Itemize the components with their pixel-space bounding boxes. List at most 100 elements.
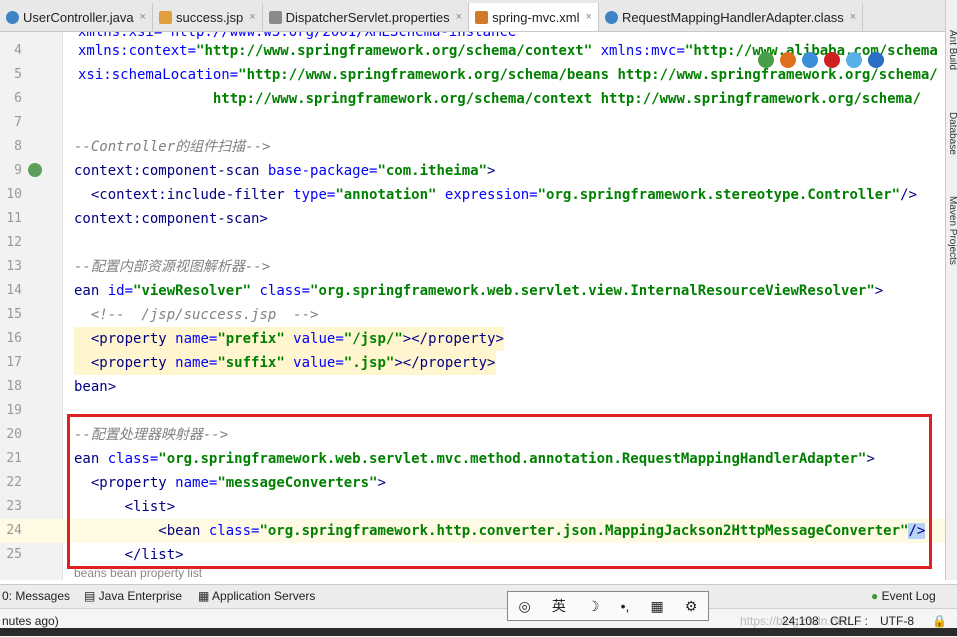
right-tool-sidebar: Ant Build Database Maven Projects [945, 0, 957, 580]
line-number: 19 [6, 403, 22, 418]
code-line: 11 context:component-scan> [0, 207, 945, 231]
close-icon[interactable]: × [586, 11, 592, 23]
tool-window-bar: 0: Messages ▤ Java Enterprise ▦ Applicat… [0, 584, 957, 609]
code-line: 15 <!-- /jsp/success.jsp --> [0, 303, 945, 327]
code-text: ean id="viewResolver" class="org.springf… [74, 283, 884, 299]
code-line: 8 --Controller的组件扫描--> [0, 135, 945, 159]
line-number: 16 [6, 331, 22, 346]
line-number: 7 [14, 115, 22, 130]
internet-explorer-icon[interactable] [846, 52, 862, 68]
application-servers-tool[interactable]: ▦ Application Servers [198, 589, 315, 603]
ant-build-tool[interactable]: Ant Build [947, 30, 957, 70]
code-text: http://www.springframework.org/schema/co… [78, 91, 921, 107]
line-number: 8 [14, 139, 22, 154]
code-text: <property name="suffix" value=".jsp"></p… [74, 351, 496, 375]
code-comment: --配置内部资源视图解析器--> [74, 259, 271, 275]
status-message: nutes ago) [2, 614, 59, 628]
ime-toolbar: ◎ 英 ☽ •, ▦ ⚙ [507, 591, 709, 621]
line-number: 25 [6, 547, 22, 562]
code-line: 18 bean> [0, 375, 945, 399]
highlight-box [67, 414, 932, 569]
ime-language-toggle[interactable]: 英 [552, 596, 566, 616]
tab-label: UserController.java [23, 9, 134, 25]
tab-label: success.jsp [175, 9, 244, 25]
line-number: 13 [6, 259, 22, 274]
line-number: 5 [14, 67, 22, 82]
safari-icon[interactable] [802, 52, 818, 68]
line-number: 18 [6, 379, 22, 394]
database-tool[interactable]: Database [947, 112, 957, 155]
code-line: 17 <property name="suffix" value=".jsp">… [0, 351, 945, 375]
line-number: 17 [6, 355, 22, 370]
punctuation-icon[interactable]: •, [621, 598, 630, 614]
line-separator[interactable]: CRLF : [830, 614, 868, 628]
chrome-icon[interactable] [758, 52, 774, 68]
browser-preview-bar [758, 52, 884, 68]
code-text: bean> [74, 379, 117, 395]
java-class-icon [604, 10, 618, 24]
breadcrumb[interactable]: beans bean property list [74, 566, 202, 580]
line-number: 15 [6, 307, 22, 322]
firefox-icon[interactable] [780, 52, 796, 68]
close-icon[interactable]: × [249, 11, 255, 23]
code-text: <property name="prefix" value="/jsp/"></… [74, 327, 504, 351]
line-number: 11 [6, 211, 22, 226]
line-number: 24 [6, 523, 22, 538]
os-taskbar [0, 628, 957, 636]
code-comment: --Controller的组件扫描--> [74, 139, 271, 155]
code-line: 6 http://www.springframework.org/schema/… [0, 87, 945, 111]
line-number: 23 [6, 499, 22, 514]
ime-logo-icon[interactable]: ◎ [519, 598, 531, 615]
tab-label: RequestMappingHandlerAdapter.class [621, 9, 844, 25]
messages-tool[interactable]: 0: Messages [2, 589, 70, 603]
code-line: 9 context:component-scan base-package="c… [0, 159, 945, 183]
properties-file-icon [268, 10, 282, 24]
java-enterprise-icon: ▤ [84, 589, 99, 603]
code-line: 12 [0, 231, 945, 255]
lock-icon[interactable]: 🔒 [932, 614, 947, 628]
tab-requestmappinghandleradapter[interactable]: RequestMappingHandlerAdapter.class × [599, 3, 864, 31]
tab-label: DispatcherServlet.properties [285, 9, 450, 25]
edge-icon[interactable] [868, 52, 884, 68]
java-enterprise-tool[interactable]: ▤ Java Enterprise [84, 589, 182, 603]
line-number: 20 [6, 427, 22, 442]
event-log-tool[interactable]: ● Event Log [871, 589, 936, 603]
xml-file-icon [475, 10, 489, 24]
file-encoding[interactable]: UTF-8 [880, 614, 914, 628]
tab-spring-mvc-xml[interactable]: spring-mvc.xml × [469, 3, 599, 31]
code-text: context:component-scan> [74, 211, 268, 227]
tab-label: spring-mvc.xml [492, 9, 580, 25]
keyboard-icon[interactable]: ▦ [651, 598, 664, 615]
code-text: <context:include-filter type="annotation… [74, 187, 917, 203]
tab-usercontroller[interactable]: UserController.java × [0, 3, 153, 31]
code-line: 14 ean id="viewResolver" class="org.spri… [0, 279, 945, 303]
line-number: 21 [6, 451, 22, 466]
code-line: 10 <context:include-filter type="annotat… [0, 183, 945, 207]
line-number: 22 [6, 475, 22, 490]
server-icon: ▦ [198, 589, 213, 603]
close-icon[interactable]: × [456, 11, 462, 23]
close-icon[interactable]: × [140, 11, 146, 23]
tab-success-jsp[interactable]: success.jsp × [153, 3, 263, 31]
opera-icon[interactable] [824, 52, 840, 68]
settings-icon[interactable]: ⚙ [685, 598, 698, 615]
java-class-icon [6, 10, 19, 24]
tab-dispatcherservlet-properties[interactable]: DispatcherServlet.properties × [263, 3, 470, 31]
code-comment: <!-- /jsp/success.jsp --> [74, 307, 319, 323]
moon-icon[interactable]: ☽ [587, 598, 600, 615]
close-icon[interactable]: × [850, 11, 856, 23]
code-line: 16 <property name="prefix" value="/jsp/"… [0, 327, 945, 351]
code-line: 13 --配置内部资源视图解析器--> [0, 255, 945, 279]
code-line: 7 [0, 111, 945, 135]
spring-bean-icon[interactable] [28, 163, 42, 177]
jsp-file-icon [158, 10, 172, 24]
maven-projects-tool[interactable]: Maven Projects [947, 196, 957, 265]
caret-position[interactable]: 24:108 [782, 614, 819, 628]
editor-tab-bar: UserController.java × success.jsp × Disp… [0, 0, 945, 32]
line-number: 14 [6, 283, 22, 298]
event-log-icon: ● [871, 589, 882, 603]
code-text: context:component-scan base-package="com… [74, 163, 496, 179]
line-number: 4 [14, 43, 22, 58]
line-number: 9 [14, 163, 22, 178]
line-number: 10 [6, 187, 22, 202]
